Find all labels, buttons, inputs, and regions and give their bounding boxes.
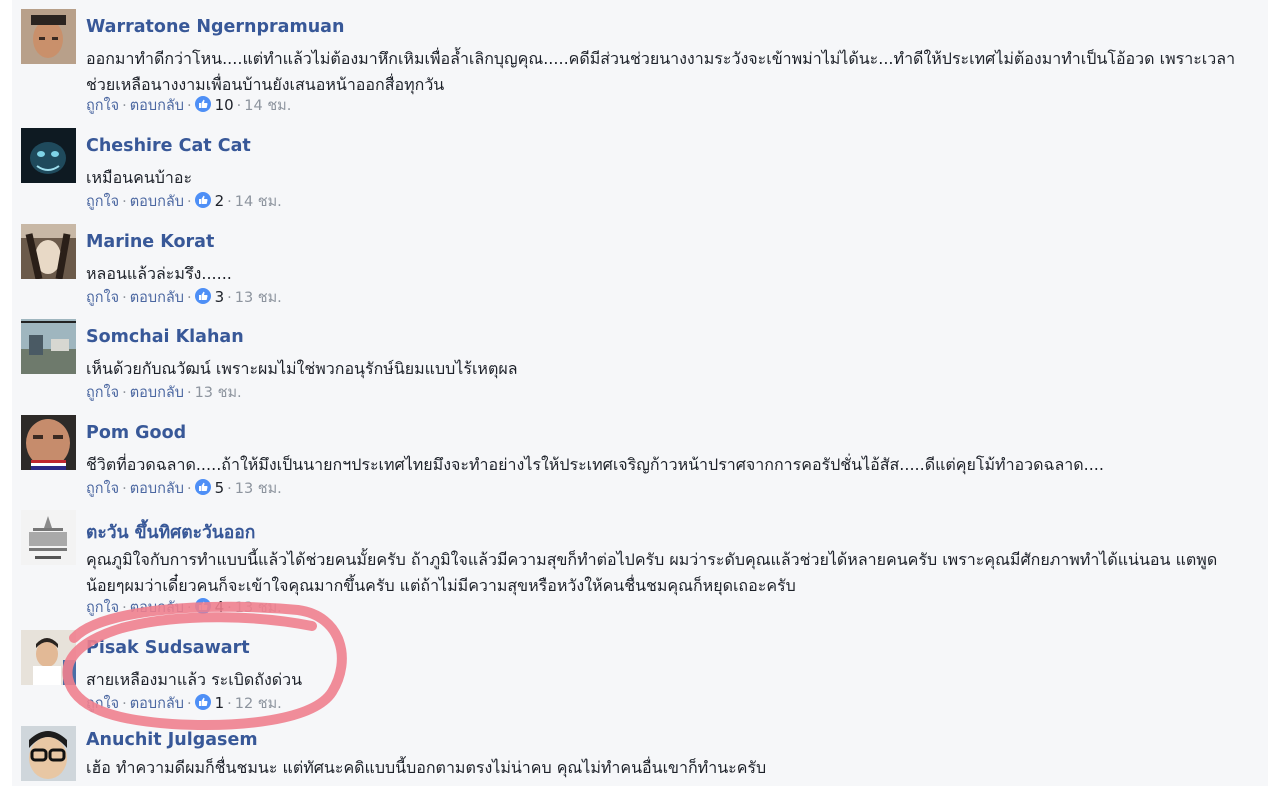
- comment: Pisak Sudsawart สายเหลืองมาแล้ว ระเบิดถั…: [21, 630, 1268, 718]
- like-count[interactable]: 5: [215, 479, 225, 497]
- thumbs-up-icon: [194, 96, 211, 112]
- comments-list: Warratone Ngernpramuan ออกมาทำดีกว่าโหน.…: [12, 0, 1268, 786]
- like-link[interactable]: ถูกใจ: [86, 385, 119, 401]
- avatar[interactable]: [21, 726, 76, 781]
- comment-actions: ถูกใจ · ตอบกลับ · 3 · 13 ชม.: [86, 288, 282, 306]
- thumbs-up-icon: [194, 694, 211, 710]
- reply-link[interactable]: ตอบกลับ: [130, 385, 184, 401]
- thumbs-up-icon: [194, 479, 211, 495]
- comment: Pom Good ชีวิตที่อวดฉลาด.....ถ้าให้มึงเป…: [21, 415, 1268, 503]
- comment-actions: ถูกใจ · ตอบกลับ · 1 · 12 ชม.: [86, 694, 282, 712]
- like-count[interactable]: 10: [215, 96, 234, 114]
- like-link[interactable]: ถูกใจ: [86, 600, 119, 616]
- comment: ตะวัน ขึ้นทิศตะวันออก คุณภูมิใจกับการทำแ…: [21, 510, 1268, 622]
- comment: Cheshire Cat Cat เหมือนคนบ้าอะ ถูกใจ · ตอบ…: [21, 128, 1268, 216]
- comment-time[interactable]: 13 ชม.: [235, 481, 282, 497]
- like-link[interactable]: ถูกใจ: [86, 481, 119, 497]
- reply-link[interactable]: ตอบกลับ: [130, 481, 184, 497]
- comment-author[interactable]: ตะวัน ขึ้นทิศตะวันออก: [86, 518, 255, 546]
- comment-text: เฮ้อ ทำความดีผมก็ชื่นชมนะ แต่ทัศนะคดิแบบ…: [86, 758, 767, 777]
- comment-author[interactable]: Pom Good: [86, 423, 186, 443]
- thumbs-up-icon: [194, 192, 211, 208]
- comment-author[interactable]: Somchai Klahan: [86, 327, 244, 347]
- comment-author[interactable]: Warratone Ngernpramuan: [86, 17, 344, 37]
- comment-author[interactable]: Pisak Sudsawart: [86, 638, 250, 658]
- like-link[interactable]: ถูกใจ: [86, 194, 119, 210]
- reply-link[interactable]: ตอบกลับ: [130, 290, 184, 306]
- like-link[interactable]: ถูกใจ: [86, 98, 119, 114]
- comment-actions: ถูกใจ · ตอบกลับ · 13 ชม.: [86, 385, 242, 401]
- avatar[interactable]: [21, 224, 76, 279]
- comment-text: คุณภูมิใจกับการทำแบบนี้แล้วได้ช่วยคนมั้ย…: [86, 550, 1218, 595]
- avatar[interactable]: [21, 510, 76, 565]
- like-count[interactable]: 3: [215, 288, 225, 306]
- like-count[interactable]: 1: [215, 694, 225, 712]
- thumbs-up-icon: [194, 598, 211, 614]
- comment-author[interactable]: Anuchit Julgasem: [86, 730, 258, 750]
- thumbs-up-icon: [194, 288, 211, 304]
- comment: Somchai Klahan เห็นด้วยกับณวัฒน์ เพราะผม…: [21, 319, 1268, 407]
- reply-link[interactable]: ตอบกลับ: [130, 98, 184, 114]
- like-count[interactable]: 2: [215, 192, 225, 210]
- comment-time[interactable]: 12 ชม.: [235, 696, 282, 712]
- comment-text: หลอนแล้วล่ะมรึง......: [86, 264, 232, 283]
- avatar[interactable]: [21, 630, 76, 685]
- avatar[interactable]: [21, 128, 76, 183]
- comment-author[interactable]: Marine Korat: [86, 232, 214, 252]
- comment-text: ออกมาทำดีกว่าโหน....แต่ทำแล้วไม่ต้องมาหึ…: [86, 49, 1236, 94]
- avatar[interactable]: [21, 415, 76, 470]
- comment-text: สายเหลืองมาแล้ว ระเบิดถังด่วน: [86, 670, 303, 689]
- avatar[interactable]: [21, 319, 76, 374]
- reply-link[interactable]: ตอบกลับ: [130, 194, 184, 210]
- comment-actions: ถูกใจ · ตอบกลับ · 2 · 14 ชม.: [86, 192, 282, 210]
- reply-link[interactable]: ตอบกลับ: [130, 696, 184, 712]
- like-link[interactable]: ถูกใจ: [86, 696, 119, 712]
- comment-text: เห็นด้วยกับณวัฒน์ เพราะผมไม่ใช่พวกอนุรัก…: [86, 359, 518, 378]
- like-link[interactable]: ถูกใจ: [86, 290, 119, 306]
- comment-time[interactable]: 13 ชม.: [235, 600, 282, 616]
- comment: Warratone Ngernpramuan ออกมาทำดีกว่าโหน.…: [21, 9, 1268, 119]
- comment-time[interactable]: 14 ชม.: [235, 194, 282, 210]
- comment-time[interactable]: 14 ชม.: [244, 98, 291, 114]
- comment: Anuchit Julgasem เฮ้อ ทำความดีผมก็ชื่นชม…: [21, 726, 1268, 786]
- comment-actions: ถูกใจ · ตอบกลับ · 5 · 13 ชม.: [86, 479, 282, 497]
- avatar[interactable]: [21, 9, 76, 64]
- comment-time[interactable]: 13 ชม.: [195, 385, 242, 401]
- comment-actions: ถูกใจ · ตอบกลับ · 4 · 13 ชม.: [86, 598, 282, 616]
- like-count[interactable]: 4: [215, 598, 225, 616]
- comment-actions: ถูกใจ · ตอบกลับ · 10 · 14 ชม.: [86, 96, 292, 114]
- comment: Marine Korat หลอนแล้วล่ะมรึง...... ถูกใจ…: [21, 224, 1268, 312]
- comment-text: ชีวิตที่อวดฉลาด.....ถ้าให้มึงเป็นนายกฯปร…: [86, 455, 1104, 474]
- comment-author[interactable]: Cheshire Cat Cat: [86, 136, 251, 156]
- comment-text: เหมือนคนบ้าอะ: [86, 168, 193, 187]
- comment-time[interactable]: 13 ชม.: [235, 290, 282, 306]
- reply-link[interactable]: ตอบกลับ: [130, 600, 184, 616]
